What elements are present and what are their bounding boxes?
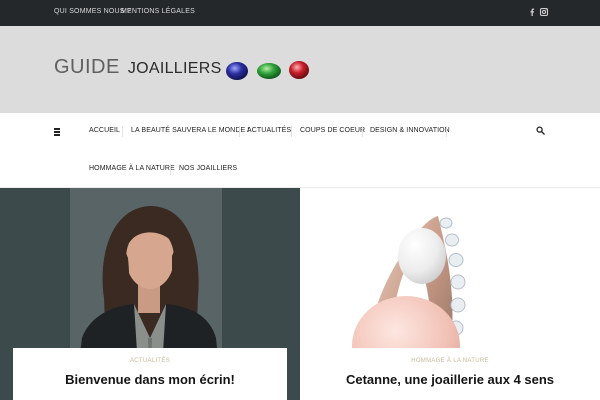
nav-divider	[446, 126, 447, 137]
article-card[interactable]: HOMMAGE À LA NATURE Cetanne, une joaille…	[312, 348, 588, 400]
top-link-legal[interactable]: MENTIONS LÉGALES	[121, 8, 195, 15]
nav-item-beaute[interactable]: LA BEAUTÉ SAUVERA LE MONDE !	[131, 127, 249, 134]
nav-divider	[239, 126, 240, 137]
site-header: GUIDE JOAILLIERS	[0, 26, 600, 113]
nav-item-actualites[interactable]: ACTUALITÉS	[247, 127, 291, 134]
nav-item-hommage[interactable]: HOMMAGE À LA NATURE	[89, 165, 175, 172]
nav-divider	[291, 126, 292, 137]
hamburger-menu-icon[interactable]	[54, 128, 62, 136]
article-category[interactable]: ACTUALITÉS	[13, 358, 287, 364]
top-bar: QUI SOMMES NOUS ? MENTIONS LÉGALES	[0, 0, 600, 26]
article-title[interactable]: Bienvenue dans mon écrin!	[13, 372, 287, 387]
main-nav: ACCUEIL LA BEAUTÉ SAUVERA LE MONDE ! ACT…	[0, 113, 600, 188]
nav-item-design[interactable]: DESIGN & INNOVATION	[370, 127, 450, 134]
search-icon[interactable]	[536, 126, 545, 135]
nav-item-nos-joailliers[interactable]: NOS JOAILLIERS	[179, 165, 237, 172]
instagram-icon[interactable]	[539, 7, 549, 17]
nav-item-accueil[interactable]: ACCUEIL	[89, 127, 120, 134]
nav-divider	[122, 126, 123, 137]
article-title[interactable]: Cetanne, une joaillerie aux 4 sens	[312, 372, 588, 387]
logo-word-joailliers: JOAILLIERS	[127, 60, 222, 77]
article-card[interactable]: ACTUALITÉS Bienvenue dans mon écrin!	[13, 348, 287, 400]
nav-divider	[362, 126, 363, 137]
site-logo[interactable]: GUIDE JOAILLIERS	[54, 56, 222, 80]
article-category[interactable]: HOMMAGE À LA NATURE	[312, 358, 588, 364]
top-link-about[interactable]: QUI SOMMES NOUS ?	[54, 8, 131, 15]
gems-logo-image	[226, 61, 309, 80]
facebook-icon[interactable]	[527, 7, 537, 17]
logo-word-guide: GUIDE	[54, 56, 120, 78]
nav-divider	[170, 164, 171, 175]
nav-item-coups-de-coeur[interactable]: COUPS DE COEUR	[300, 127, 365, 134]
